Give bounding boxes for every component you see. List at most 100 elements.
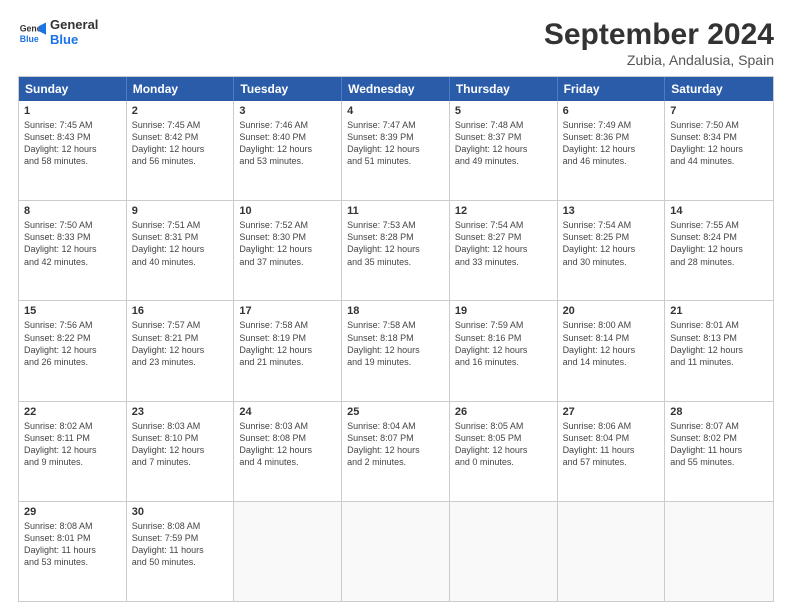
day-info: Sunrise: 7:56 AMSunset: 8:22 PMDaylight:…: [24, 319, 121, 368]
day-info: Sunrise: 7:46 AMSunset: 8:40 PMDaylight:…: [239, 119, 336, 168]
day-number: 24: [239, 406, 336, 418]
day-cell-17: 17 Sunrise: 7:58 AMSunset: 8:19 PMDayligh…: [234, 301, 342, 400]
day-cell-11: 11 Sunrise: 7:53 AMSunset: 8:28 PMDayligh…: [342, 201, 450, 300]
location: Zubia, Andalusia, Spain: [544, 52, 774, 68]
day-cell-21: 21Sunrise: 8:01 AMSunset: 8:13 PMDayligh…: [665, 301, 773, 400]
day-cell-25: 25 Sunrise: 8:04 AMSunset: 8:07 PMDayligh…: [342, 402, 450, 501]
header-day-thursday: Thursday: [450, 77, 558, 101]
day-cell-13: 13 Sunrise: 7:54 AMSunset: 8:25 PMDayligh…: [558, 201, 666, 300]
day-info: Sunrise: 7:55 AMSunset: 8:24 PMDaylight:…: [670, 219, 768, 268]
title-block: September 2024 Zubia, Andalusia, Spain: [544, 18, 774, 68]
header-day-friday: Friday: [558, 77, 666, 101]
calendar-body: 1Sunrise: 7:45 AMSunset: 8:43 PMDaylight…: [19, 101, 773, 601]
day-number: 11: [347, 205, 444, 217]
day-number: 25: [347, 406, 444, 418]
day-cell-30: 30 Sunrise: 8:08 AMSunset: 7:59 PMDayligh…: [127, 502, 235, 601]
day-info: Sunrise: 7:53 AMSunset: 8:28 PMDaylight:…: [347, 219, 444, 268]
page: General Blue General Blue September 2024…: [0, 0, 792, 612]
day-cell-8: 8 Sunrise: 7:50 AMSunset: 8:33 PMDaylight…: [19, 201, 127, 300]
day-info: Sunrise: 7:47 AMSunset: 8:39 PMDaylight:…: [347, 119, 444, 168]
day-info: Sunrise: 8:02 AMSunset: 8:11 PMDaylight:…: [24, 420, 121, 469]
day-info: Sunrise: 7:54 AMSunset: 8:27 PMDaylight:…: [455, 219, 552, 268]
day-info: Sunrise: 7:58 AMSunset: 8:19 PMDaylight:…: [239, 319, 336, 368]
day-cell-2: 2 Sunrise: 7:45 AMSunset: 8:42 PMDaylight…: [127, 101, 235, 200]
day-cell-29: 29Sunrise: 8:08 AMSunset: 8:01 PMDayligh…: [19, 502, 127, 601]
empty-cell: [234, 502, 342, 601]
header-day-saturday: Saturday: [665, 77, 773, 101]
day-cell-10: 10 Sunrise: 7:52 AMSunset: 8:30 PMDayligh…: [234, 201, 342, 300]
calendar-week-5: 29Sunrise: 8:08 AMSunset: 8:01 PMDayligh…: [19, 502, 773, 601]
day-cell-20: 20 Sunrise: 8:00 AMSunset: 8:14 PMDayligh…: [558, 301, 666, 400]
day-number: 19: [455, 305, 552, 317]
day-cell-16: 16 Sunrise: 7:57 AMSunset: 8:21 PMDayligh…: [127, 301, 235, 400]
day-cell-9: 9 Sunrise: 7:51 AMSunset: 8:31 PMDaylight…: [127, 201, 235, 300]
day-number: 10: [239, 205, 336, 217]
day-number: 16: [132, 305, 229, 317]
day-info: Sunrise: 7:54 AMSunset: 8:25 PMDaylight:…: [563, 219, 660, 268]
day-number: 15: [24, 305, 121, 317]
day-number: 30: [132, 506, 229, 518]
empty-cell: [558, 502, 666, 601]
day-info: Sunrise: 7:58 AMSunset: 8:18 PMDaylight:…: [347, 319, 444, 368]
day-number: 7: [670, 105, 768, 117]
day-cell-4: 4 Sunrise: 7:47 AMSunset: 8:39 PMDaylight…: [342, 101, 450, 200]
day-info: Sunrise: 8:07 AMSunset: 8:02 PMDaylight:…: [670, 420, 768, 469]
day-number: 21: [670, 305, 768, 317]
header-day-monday: Monday: [127, 77, 235, 101]
day-number: 5: [455, 105, 552, 117]
day-info: Sunrise: 7:52 AMSunset: 8:30 PMDaylight:…: [239, 219, 336, 268]
day-number: 2: [132, 105, 229, 117]
day-cell-7: 7 Sunrise: 7:50 AMSunset: 8:34 PMDaylight…: [665, 101, 773, 200]
day-info: Sunrise: 7:45 AMSunset: 8:42 PMDaylight:…: [132, 119, 229, 168]
day-number: 4: [347, 105, 444, 117]
day-info: Sunrise: 8:00 AMSunset: 8:14 PMDaylight:…: [563, 319, 660, 368]
day-cell-1: 1Sunrise: 7:45 AMSunset: 8:43 PMDaylight…: [19, 101, 127, 200]
day-cell-27: 27 Sunrise: 8:06 AMSunset: 8:04 PMDayligh…: [558, 402, 666, 501]
day-info: Sunrise: 8:06 AMSunset: 8:04 PMDaylight:…: [563, 420, 660, 469]
day-info: Sunrise: 7:59 AMSunset: 8:16 PMDaylight:…: [455, 319, 552, 368]
day-cell-18: 18Sunrise: 7:58 AMSunset: 8:18 PMDayligh…: [342, 301, 450, 400]
day-number: 1: [24, 105, 121, 117]
day-info: Sunrise: 8:05 AMSunset: 8:05 PMDaylight:…: [455, 420, 552, 469]
day-cell-28: 28 Sunrise: 8:07 AMSunset: 8:02 PMDayligh…: [665, 402, 773, 501]
day-cell-5: 5 Sunrise: 7:48 AMSunset: 8:37 PMDaylight…: [450, 101, 558, 200]
day-info: Sunrise: 7:50 AMSunset: 8:33 PMDaylight:…: [24, 219, 121, 268]
calendar-week-3: 15 Sunrise: 7:56 AMSunset: 8:22 PMDayligh…: [19, 301, 773, 401]
day-info: Sunrise: 7:51 AMSunset: 8:31 PMDaylight:…: [132, 219, 229, 268]
day-cell-3: 3 Sunrise: 7:46 AMSunset: 8:40 PMDaylight…: [234, 101, 342, 200]
day-number: 29: [24, 506, 121, 518]
day-info: Sunrise: 8:04 AMSunset: 8:07 PMDaylight:…: [347, 420, 444, 469]
day-cell-14: 14Sunrise: 7:55 AMSunset: 8:24 PMDayligh…: [665, 201, 773, 300]
day-number: 13: [563, 205, 660, 217]
empty-cell: [342, 502, 450, 601]
day-info: Sunrise: 7:48 AMSunset: 8:37 PMDaylight:…: [455, 119, 552, 168]
calendar-week-2: 8 Sunrise: 7:50 AMSunset: 8:33 PMDaylight…: [19, 201, 773, 301]
calendar: SundayMondayTuesdayWednesdayThursdayFrid…: [18, 76, 774, 602]
logo-blue: Blue: [50, 33, 98, 48]
day-cell-15: 15 Sunrise: 7:56 AMSunset: 8:22 PMDayligh…: [19, 301, 127, 400]
day-info: Sunrise: 8:08 AMSunset: 7:59 PMDaylight:…: [132, 520, 229, 569]
day-cell-23: 23 Sunrise: 8:03 AMSunset: 8:10 PMDayligh…: [127, 402, 235, 501]
day-info: Sunrise: 7:57 AMSunset: 8:21 PMDaylight:…: [132, 319, 229, 368]
day-number: 28: [670, 406, 768, 418]
day-number: 23: [132, 406, 229, 418]
day-info: Sunrise: 7:50 AMSunset: 8:34 PMDaylight:…: [670, 119, 768, 168]
day-number: 6: [563, 105, 660, 117]
day-cell-6: 6Sunrise: 7:49 AMSunset: 8:36 PMDaylight…: [558, 101, 666, 200]
day-number: 26: [455, 406, 552, 418]
day-number: 17: [239, 305, 336, 317]
month-title: September 2024: [544, 18, 774, 52]
day-number: 3: [239, 105, 336, 117]
day-number: 8: [24, 205, 121, 217]
day-cell-22: 22Sunrise: 8:02 AMSunset: 8:11 PMDayligh…: [19, 402, 127, 501]
day-info: Sunrise: 8:03 AMSunset: 8:10 PMDaylight:…: [132, 420, 229, 469]
day-number: 27: [563, 406, 660, 418]
day-cell-26: 26 Sunrise: 8:05 AMSunset: 8:05 PMDayligh…: [450, 402, 558, 501]
empty-cell: [450, 502, 558, 601]
day-cell-19: 19 Sunrise: 7:59 AMSunset: 8:16 PMDayligh…: [450, 301, 558, 400]
day-cell-24: 24 Sunrise: 8:03 AMSunset: 8:08 PMDayligh…: [234, 402, 342, 501]
day-info: Sunrise: 8:03 AMSunset: 8:08 PMDaylight:…: [239, 420, 336, 469]
day-number: 9: [132, 205, 229, 217]
header-day-sunday: Sunday: [19, 77, 127, 101]
day-number: 20: [563, 305, 660, 317]
